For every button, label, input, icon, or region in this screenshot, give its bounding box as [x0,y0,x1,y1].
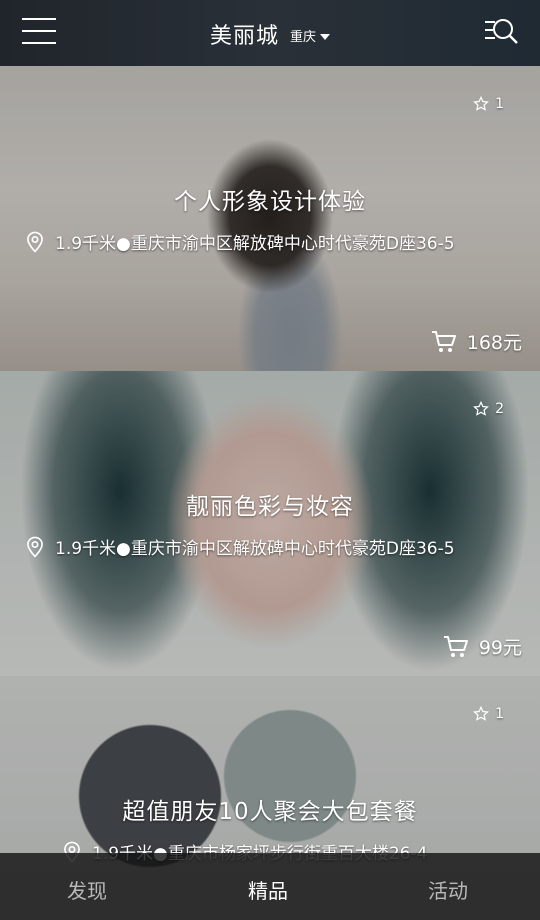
address-text: 1.9千米●重庆市渝中区解放碑中心时代豪苑D座36-5 [55,234,455,254]
card-title: 靓丽色彩与妆容 [186,494,354,520]
star-icon [473,96,490,111]
favorite-count[interactable]: 1 [473,706,504,722]
price-tag[interactable]: 168元 [431,328,522,355]
cart-icon [431,330,456,352]
address-text: 1.9千米●重庆市渝中区解放碑中心时代豪苑D座36-5 [55,539,455,559]
tab-featured[interactable]: 精品 [248,875,288,904]
city-label: 重庆 [290,29,317,45]
card-address: 1.9千米●重庆市渝中区解放碑中心时代豪苑D座36-5 [25,534,520,559]
chevron-down-icon [320,33,331,40]
search-button[interactable] [484,16,520,46]
star-icon [473,706,490,721]
card-title: 个人形象设计体验 [174,189,366,215]
search-list-icon [485,19,518,44]
cart-icon [443,635,468,657]
tab-discover[interactable]: 发现 [67,875,107,904]
city-selector[interactable]: 重庆 [290,29,331,45]
top-bar: 美丽城 重庆 [0,0,540,66]
location-pin-icon [27,536,43,558]
bottom-tab-bar: 发现 精品 活动 [0,853,540,920]
price-tag[interactable]: 99元 [443,633,522,660]
product-card[interactable]: 1 个人形象设计体验 1.9千米●重庆市渝中区解放碑中心时代豪苑D座36-5 1… [0,66,540,371]
favorite-count-value: 1 [495,96,504,112]
favorite-count[interactable]: 2 [473,401,504,417]
location-pin-icon [27,231,43,253]
card-title: 超值朋友10人聚会大包套餐 [122,799,418,825]
product-card[interactable]: 2 靓丽色彩与妆容 1.9千米●重庆市渝中区解放碑中心时代豪苑D座36-5 99… [0,371,540,676]
tab-activity[interactable]: 活动 [428,875,468,904]
card-address: 1.9千米●重庆市渝中区解放碑中心时代豪苑D座36-5 [25,229,520,254]
star-icon [473,401,490,416]
favorite-count[interactable]: 1 [473,96,504,112]
price-value: 168元 [466,332,522,354]
favorite-count-value: 1 [495,706,504,722]
price-value: 99元 [478,637,522,659]
app-title: 美丽城 [209,24,279,49]
title-area: 美丽城 重庆 [0,18,540,50]
favorite-count-value: 2 [495,401,504,417]
